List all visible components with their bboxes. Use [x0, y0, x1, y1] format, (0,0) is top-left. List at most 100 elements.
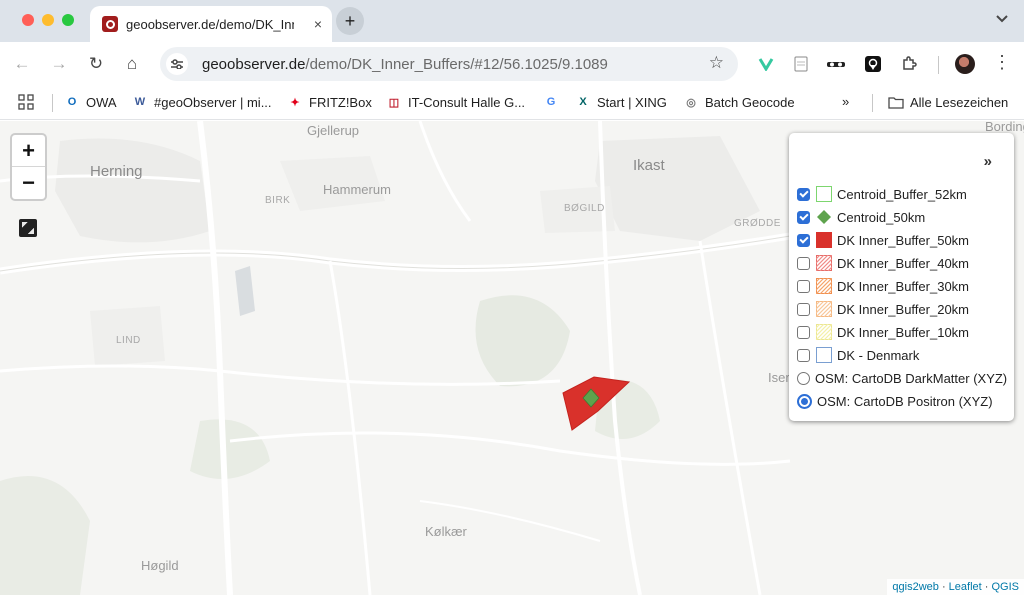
layer-legend-swatch-icon: [816, 255, 832, 271]
google-icon: G: [546, 96, 556, 108]
bookmark-item[interactable]: ✦ FRITZ!Box: [287, 94, 371, 110]
place-label: GRØDDE: [734, 218, 781, 229]
basemap-radio[interactable]: [797, 393, 812, 409]
zoom-in-button[interactable]: +: [12, 135, 45, 167]
location-extension-icon[interactable]: [862, 53, 884, 75]
layer-legend-swatch-icon: [816, 347, 832, 363]
xing-icon: X: [579, 96, 587, 108]
browser-toolbar: ← → ↻ ⌂ geoobserver.de/demo/DK_Inner_Buf…: [0, 42, 1024, 86]
collapse-panel-icon[interactable]: »: [984, 153, 992, 170]
basemap-label: OSM: CartoDB DarkMatter (XYZ): [815, 370, 1008, 386]
overlay-layer-row[interactable]: DK Inner_Buffer_20km: [797, 299, 969, 319]
layer-label: DK Inner_Buffer_50km: [837, 232, 969, 248]
leaflet-link[interactable]: Leaflet: [949, 581, 982, 593]
tab-close-icon[interactable]: ×: [314, 15, 322, 33]
folder-icon: [888, 94, 904, 110]
forward-button[interactable]: →: [47, 52, 71, 76]
bookmark-label: IT-Consult Halle G...: [408, 94, 526, 110]
layer-checkbox[interactable]: [797, 279, 810, 293]
basemap-radio[interactable]: [797, 371, 810, 385]
url-text[interactable]: geoobserver.de/demo/DK_Inner_Buffers/#12…: [202, 56, 608, 73]
layer-legend-swatch-icon: [816, 324, 832, 340]
address-bar[interactable]: geoobserver.de/demo/DK_Inner_Buffers/#12…: [160, 47, 738, 81]
place-label: BØGILD: [564, 203, 605, 214]
profile-avatar[interactable]: [955, 54, 975, 74]
layer-legend-swatch-icon: [816, 278, 832, 294]
layer-checkbox[interactable]: [797, 348, 810, 362]
toolbar-separator: [938, 56, 939, 74]
layer-legend-swatch-icon: [816, 186, 832, 202]
site-info-icon[interactable]: [166, 53, 188, 75]
overlay-layer-row[interactable]: DK Inner_Buffer_50km: [797, 230, 969, 250]
layer-label: DK Inner_Buffer_10km: [837, 324, 969, 340]
zoom-out-button[interactable]: −: [12, 167, 45, 199]
vivaldi-extension-icon[interactable]: [755, 53, 777, 75]
zoom-control: + −: [10, 133, 47, 201]
new-tab-button[interactable]: +: [336, 7, 364, 35]
bookmarks-bar: O OWA W #geoObserver | mi... ✦ FRITZ!Box ◫ IT-C…: [0, 86, 1024, 120]
layer-checkbox[interactable]: [797, 210, 810, 224]
layer-checkbox[interactable]: [797, 233, 810, 247]
fullscreen-icon[interactable]: [19, 219, 37, 237]
map-attribution: qgis2web · Leaflet · QGIS: [887, 579, 1024, 595]
home-button[interactable]: ⌂: [120, 52, 144, 76]
url-host: geoobserver.de: [202, 55, 306, 73]
layer-legend-swatch-icon: [817, 210, 831, 224]
overlay-layer-row[interactable]: DK Inner_Buffer_10km: [797, 322, 969, 342]
bookmark-item[interactable]: O OWA: [64, 94, 117, 110]
bookmark-item[interactable]: ◫ IT-Consult Halle G...: [386, 94, 525, 110]
place-label: Herning: [90, 163, 143, 180]
layer-checkbox[interactable]: [797, 256, 810, 270]
basemap-layer-row[interactable]: OSM: CartoDB DarkMatter (XYZ): [797, 368, 1007, 388]
layer-legend-swatch-icon: [816, 301, 832, 317]
overlay-layer-row[interactable]: DK Inner_Buffer_30km: [797, 276, 969, 296]
basemap-label: OSM: CartoDB Positron (XYZ): [817, 393, 993, 409]
bookmark-item[interactable]: W #geoObserver | mi...: [132, 94, 272, 110]
fritz-icon: ✦: [290, 96, 300, 109]
bookmarks-separator: [52, 94, 53, 112]
map-canvas[interactable]: Herning Ikast Gjellerup Hammerum BIRK BØ…: [0, 121, 1024, 595]
chevron-down-icon[interactable]: [996, 12, 1008, 26]
basemap-layer-row[interactable]: OSM: CartoDB Positron (XYZ): [797, 391, 993, 411]
layer-checkbox[interactable]: [797, 325, 810, 339]
minimize-window-button[interactable]: [42, 14, 54, 26]
overlay-layer-row[interactable]: Centroid_50km: [797, 207, 925, 227]
incognito-extension-icon[interactable]: [825, 53, 847, 75]
all-bookmarks-label: Alle Lesezeichen: [910, 94, 1009, 110]
bookmark-item[interactable]: X Start | XING: [575, 94, 667, 110]
qgis2web-link[interactable]: qgis2web: [892, 581, 938, 593]
place-label: LIND: [116, 335, 141, 346]
bookmark-label: Start | XING: [597, 94, 667, 110]
document-extension-icon[interactable]: [790, 53, 812, 75]
apps-grid-icon[interactable]: [18, 94, 34, 110]
bookmark-item[interactable]: G: [543, 94, 565, 110]
bookmark-item[interactable]: ◎ Batch Geocode: [683, 94, 794, 110]
layer-checkbox[interactable]: [797, 187, 810, 201]
back-button[interactable]: ←: [10, 52, 34, 76]
layer-label: DK Inner_Buffer_20km: [837, 301, 969, 317]
reload-button[interactable]: ↻: [84, 52, 108, 76]
overlay-layer-row[interactable]: DK Inner_Buffer_40km: [797, 253, 969, 273]
maximize-window-button[interactable]: [62, 14, 74, 26]
more-bookmarks-label: »: [842, 94, 850, 109]
qgis-link[interactable]: QGIS: [991, 581, 1019, 593]
puzzle-extension-icon[interactable]: [898, 53, 920, 75]
more-bookmarks-button[interactable]: »: [842, 94, 849, 109]
overlay-layer-row[interactable]: Centroid_Buffer_52km: [797, 184, 967, 204]
place-label: Gjellerup: [307, 123, 360, 138]
layer-checkbox[interactable]: [797, 302, 810, 316]
browser-menu-icon[interactable]: ⋮: [993, 52, 1011, 73]
attribution-separator: ·: [938, 581, 949, 593]
place-label: Ikast: [633, 157, 665, 174]
close-window-button[interactable]: [22, 14, 34, 26]
overlay-layer-row[interactable]: DK - Denmark: [797, 345, 919, 365]
bookmark-star-icon[interactable]: ☆: [709, 53, 724, 73]
bookmarks-separator: [872, 94, 873, 112]
bookmark-label: #geoObserver | mi...: [154, 94, 272, 110]
layer-label: Centroid_50km: [837, 209, 926, 225]
all-bookmarks-folder[interactable]: Alle Lesezeichen: [888, 94, 1008, 110]
browser-tab[interactable]: geoobserver.de/demo/DK_Inner_Buffers/#12…: [90, 6, 332, 42]
layer-label: DK Inner_Buffer_40km: [837, 255, 969, 271]
itconsult-icon: ◫: [388, 96, 400, 109]
wordpress-icon: W: [134, 96, 146, 108]
